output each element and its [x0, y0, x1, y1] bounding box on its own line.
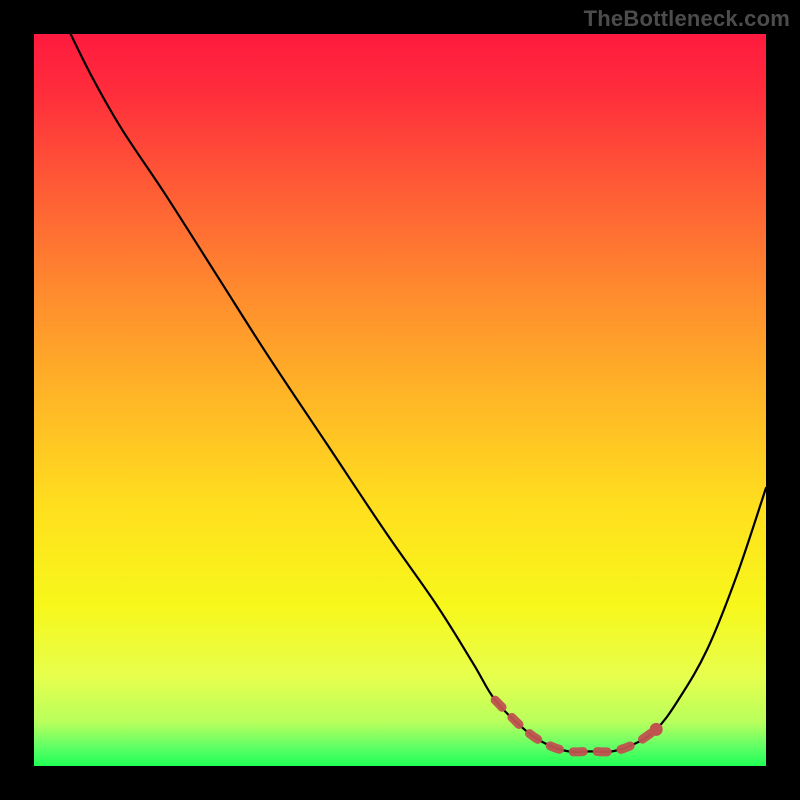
chart-svg [0, 0, 800, 800]
chart-frame: TheBottleneck.com [0, 0, 800, 800]
watermark-text: TheBottleneck.com [584, 6, 790, 32]
